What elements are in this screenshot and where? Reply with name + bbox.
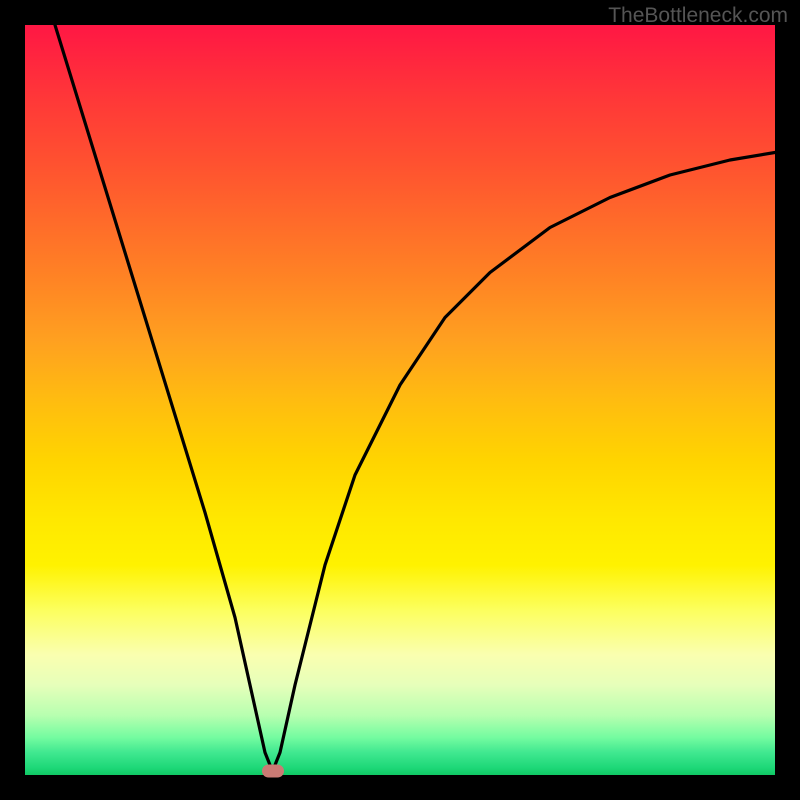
chart-plot-area [25, 25, 775, 775]
watermark-text: TheBottleneck.com [608, 4, 788, 28]
minimum-marker [262, 765, 284, 778]
bottleneck-curve [25, 25, 775, 775]
